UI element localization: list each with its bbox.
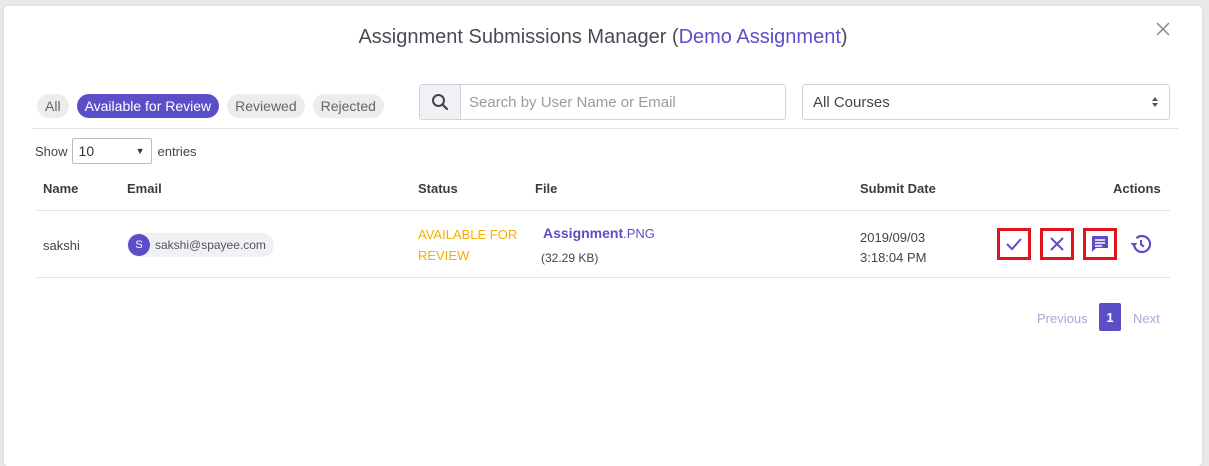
pagination-next[interactable]: Next — [1133, 311, 1160, 326]
show-label: Show — [35, 143, 68, 159]
comment-icon — [1092, 236, 1108, 252]
search-box — [419, 84, 786, 120]
tab-rejected[interactable]: Rejected — [312, 94, 384, 118]
submit-date-day: 2019/09/03 — [860, 230, 926, 245]
header-divider — [36, 210, 1170, 211]
status-line-1: AVAILABLE FOR — [418, 227, 518, 242]
file-size: (32.29 KB) — [541, 251, 599, 265]
comment-button[interactable] — [1083, 228, 1117, 260]
status-filter-tabs: All Available for Review Reviewed Reject… — [37, 94, 384, 118]
course-filter-value: All Courses — [813, 93, 890, 111]
header-file[interactable]: File — [535, 181, 557, 196]
tab-available-for-review[interactable]: Available for Review — [76, 94, 220, 118]
course-filter-select[interactable]: All Courses — [802, 84, 1170, 120]
assignment-name: Demo Assignment — [678, 26, 841, 48]
pagination-previous[interactable]: Previous — [1037, 311, 1088, 326]
title-prefix: Assignment Submissions Manager ( — [358, 26, 679, 48]
check-icon — [1006, 238, 1022, 251]
history-icon[interactable] — [1129, 232, 1153, 256]
sort-arrows-icon — [1152, 97, 1158, 107]
title-suffix: ) — [840, 26, 848, 48]
submit-date: 2019/09/03 3:18:04 PM — [860, 228, 927, 268]
header-status[interactable]: Status — [418, 181, 458, 196]
email-chip: S sakshi@spayee.com — [127, 233, 274, 257]
entries-select[interactable]: 10 ▼ — [71, 138, 152, 164]
file-link[interactable]: Assignment.PNG — [543, 225, 655, 241]
entries-label: entries — [157, 143, 197, 159]
entries-value: 10 — [78, 143, 95, 159]
tab-reviewed[interactable]: Reviewed — [227, 94, 305, 118]
submit-date-time: 3:18:04 PM — [860, 250, 927, 265]
header-submit-date[interactable]: Submit Date — [860, 181, 936, 196]
header-name[interactable]: Name — [43, 181, 78, 196]
submissions-modal: Assignment Submissions Manager (Demo Ass… — [4, 6, 1202, 466]
user-email: sakshi@spayee.com — [155, 238, 266, 252]
row-divider — [36, 277, 1170, 278]
tab-all[interactable]: All — [37, 94, 69, 118]
search-icon[interactable] — [420, 85, 461, 119]
modal-title: Assignment Submissions Manager (Demo Ass… — [4, 26, 1202, 49]
search-input[interactable] — [461, 85, 785, 119]
close-icon[interactable] — [1154, 20, 1172, 38]
status-line-2: REVIEW — [418, 248, 470, 263]
close-x-icon — [1050, 237, 1064, 251]
file-name[interactable]: Assignment — [543, 225, 623, 241]
header-actions: Actions — [1113, 181, 1161, 196]
approve-button[interactable] — [997, 228, 1031, 260]
caret-down-icon: ▼ — [135, 146, 145, 156]
entries-control: Show 10 ▼ entries — [35, 138, 197, 164]
reject-button[interactable] — [1040, 228, 1074, 260]
header-email[interactable]: Email — [127, 181, 162, 196]
user-name: sakshi — [43, 238, 80, 253]
file-extension[interactable]: .PNG — [623, 226, 655, 241]
status-badge: AVAILABLE FOR REVIEW — [418, 224, 528, 266]
avatar: S — [128, 234, 150, 256]
pagination-page-1[interactable]: 1 — [1099, 303, 1121, 331]
divider — [32, 128, 1178, 129]
